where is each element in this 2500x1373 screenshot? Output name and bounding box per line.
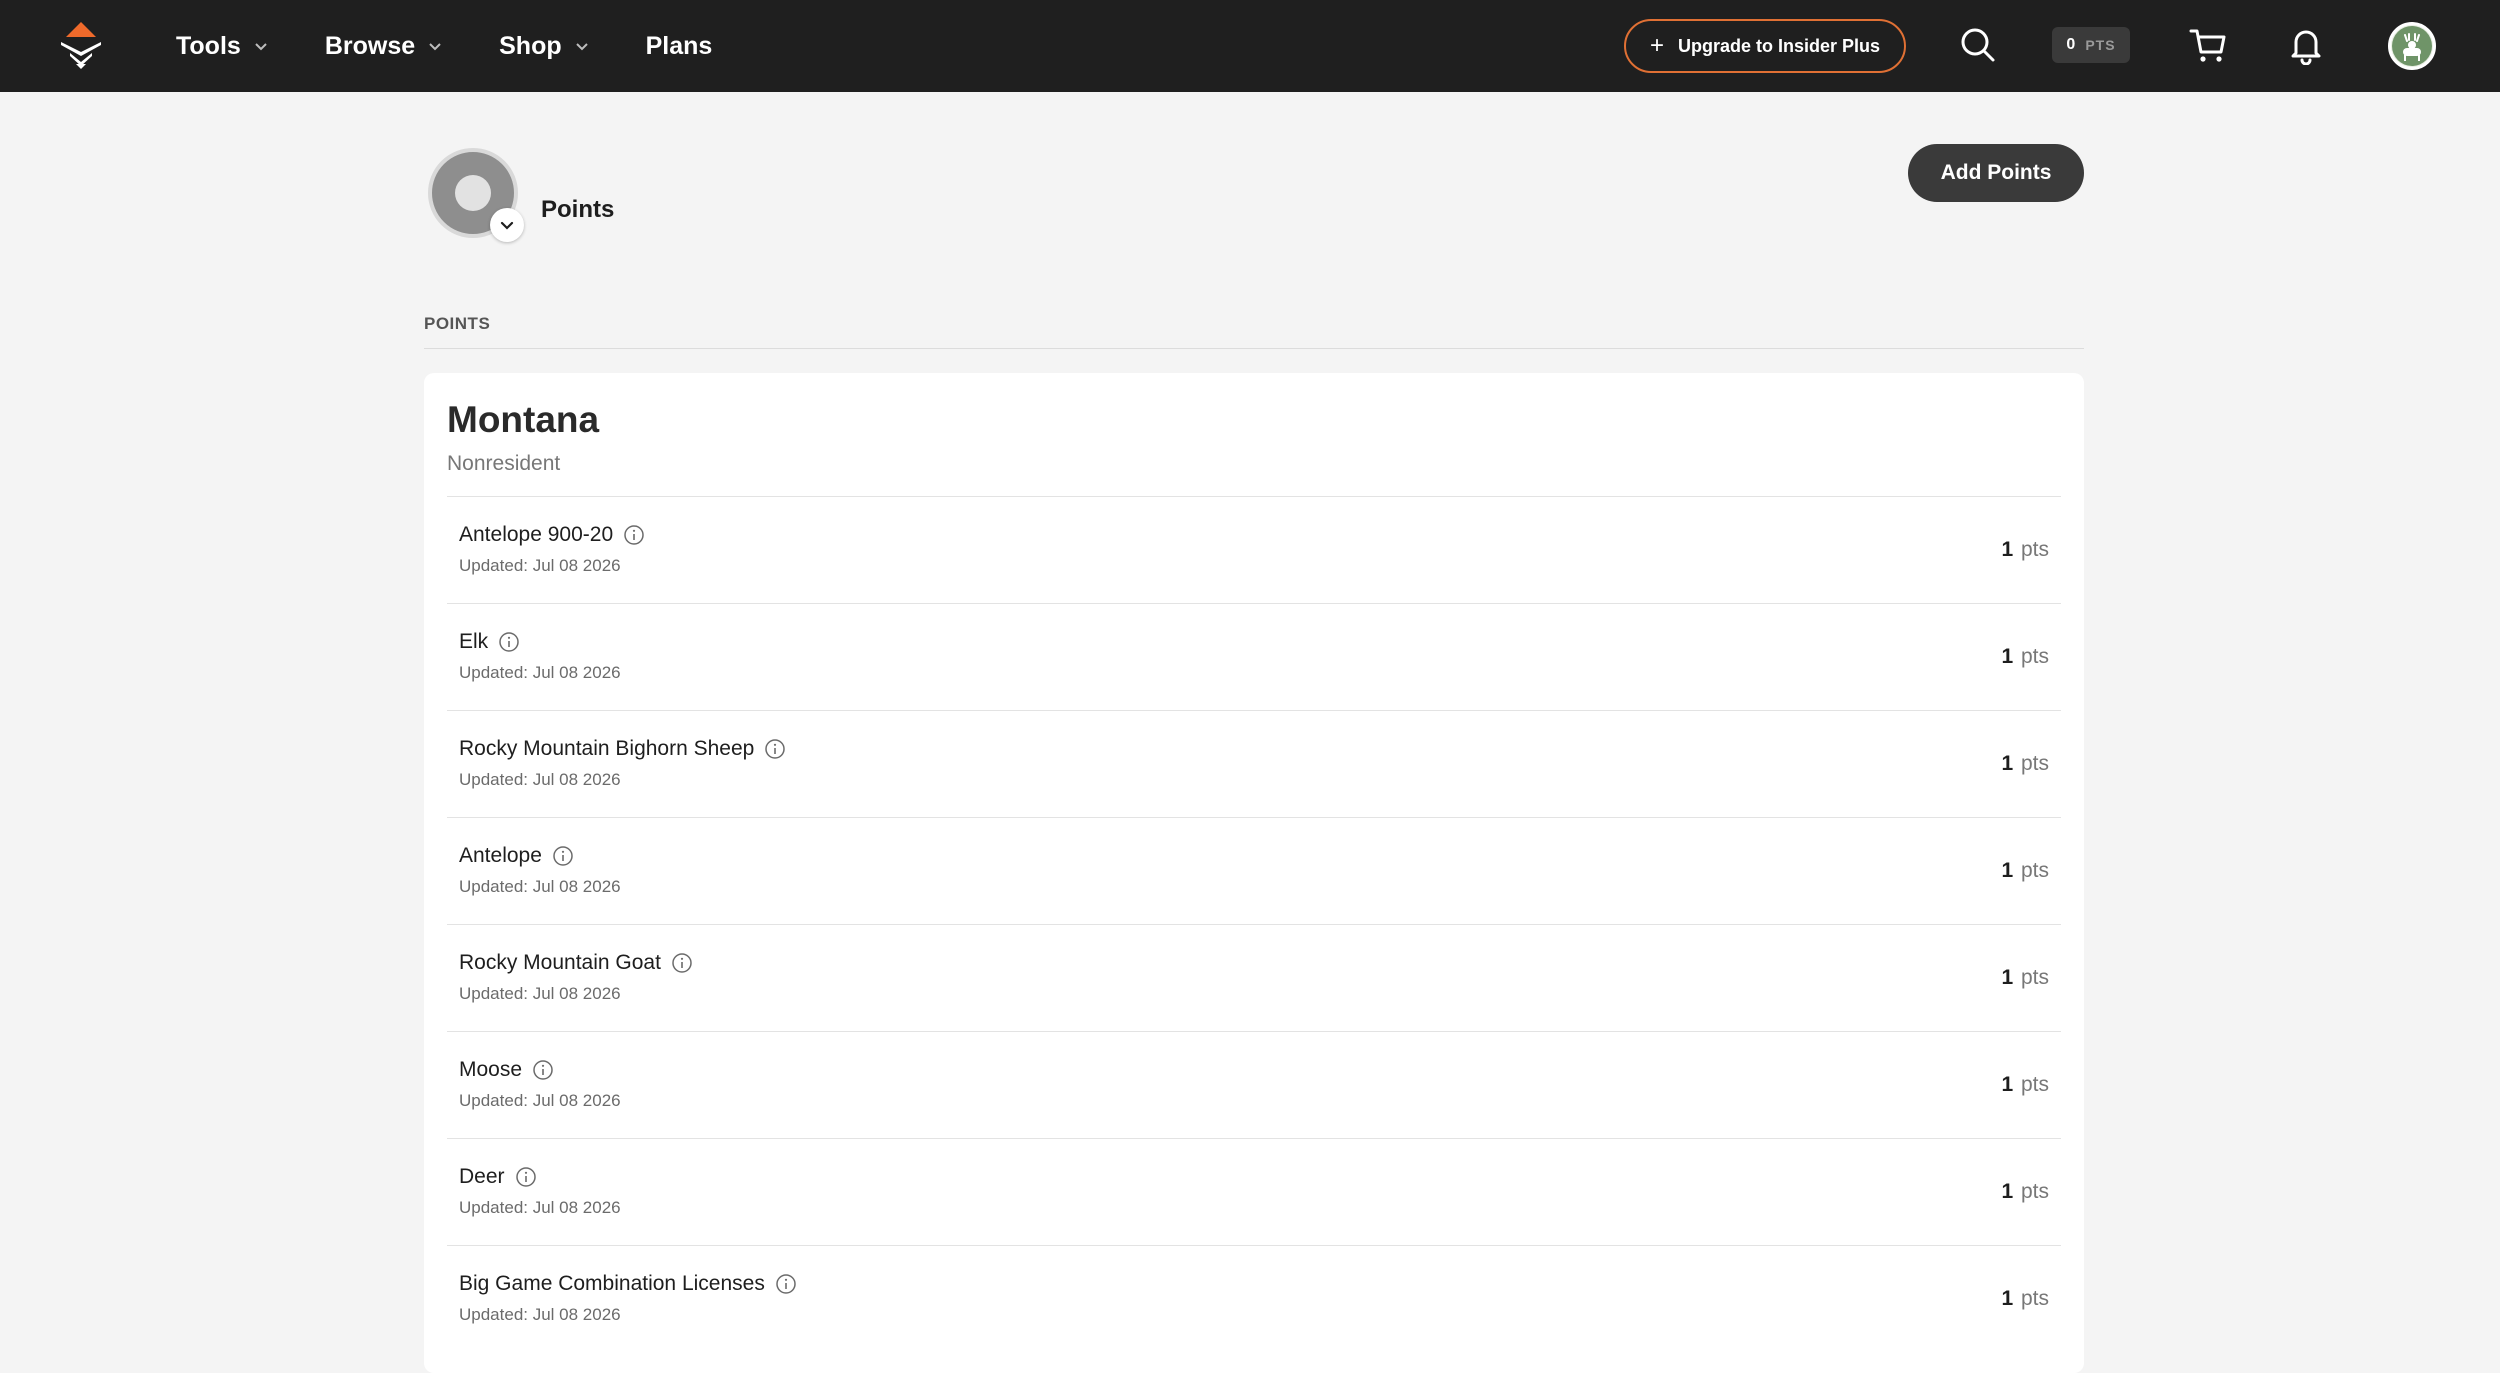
logo-icon[interactable] [56,20,106,70]
chevron-down-icon [575,43,588,51]
updated-date: Updated: Jul 08 2026 [459,984,621,1003]
page-title: Points [541,196,615,223]
points-row[interactable]: Rocky Mountain Goat Updated: Jul 08 2026… [447,924,2061,1031]
points-row[interactable]: Antelope Updated: Jul 08 2026 1 pts [447,817,2061,924]
nav-browse-label: Browse [324,31,416,60]
info-icon[interactable] [775,1273,797,1295]
info-icon[interactable] [498,631,520,653]
chevron-down-icon [429,43,441,51]
points-value: 1 pts [2001,966,2049,989]
info-icon[interactable] [515,1166,537,1188]
upgrade-button[interactable]: + Upgrade to Insider Plus [1624,19,1906,73]
updated-date: Updated: Jul 08 2026 [459,556,621,575]
top-nav: Tools Browse Shop Plans + Upgrade to Ins… [0,0,2500,92]
points-row[interactable]: Big Game Combination Licenses Updated: J… [447,1245,2061,1352]
nav-shop[interactable]: Shop [499,32,590,61]
updated-date: Updated: Jul 08 2026 [459,1091,621,1110]
species-name: Rocky Mountain Bighorn Sheep [459,737,755,760]
points-value: 1 pts [2001,1287,2049,1310]
species-name: Elk [459,630,489,653]
points-unit: PTS [2085,37,2116,53]
points-value: 1 pts [2001,1073,2049,1096]
info-icon[interactable] [764,738,786,760]
chevron-down-icon [255,43,267,51]
points-row[interactable]: Elk Updated: Jul 08 2026 1 pts [447,603,2061,710]
nav-plans[interactable]: Plans [646,32,713,61]
plus-icon: + [1649,32,1664,59]
info-icon[interactable] [532,1059,554,1081]
species-name: Moose [459,1058,523,1081]
points-value: 1 pts [2001,752,2049,775]
info-icon[interactable] [671,952,693,974]
section-label: POINTS [424,314,491,333]
upgrade-label: Upgrade to Insider Plus [1677,35,1881,56]
nav-shop-label: Shop [499,31,562,60]
bell-icon[interactable] [2286,25,2326,65]
avatar[interactable] [2388,22,2436,70]
points-value: 1 pts [2001,1180,2049,1203]
info-icon[interactable] [623,524,645,546]
points-value: 1 pts [2001,645,2049,668]
nav-browse[interactable]: Browse [325,32,443,61]
cart-icon[interactable] [2188,25,2228,65]
add-points-button[interactable]: Add Points [1908,144,2084,202]
updated-date: Updated: Jul 08 2026 [459,1305,621,1324]
points-list: Antelope 900-20 Updated: Jul 08 2026 1 p… [447,496,2061,1352]
points-row[interactable]: Moose Updated: Jul 08 2026 1 pts [447,1031,2061,1138]
nav-plans-label: Plans [645,31,713,60]
points-row[interactable]: Antelope 900-20 Updated: Jul 08 2026 1 p… [447,496,2061,603]
chevron-down-icon [500,221,514,230]
points-count: 0 [2066,36,2076,53]
updated-date: Updated: Jul 08 2026 [459,663,621,682]
section-divider [424,348,2084,349]
updated-date: Updated: Jul 08 2026 [459,770,621,789]
points-row[interactable]: Rocky Mountain Bighorn Sheep Updated: Ju… [447,710,2061,817]
state-name: Montana [447,399,600,440]
updated-date: Updated: Jul 08 2026 [459,1198,621,1217]
species-name: Deer [459,1165,505,1188]
updated-date: Updated: Jul 08 2026 [459,877,621,896]
nav-tools-label: Tools [176,31,241,60]
points-badge[interactable]: 0 PTS [2052,27,2130,63]
points-row[interactable]: Deer Updated: Jul 08 2026 1 pts [447,1138,2061,1245]
points-value: 1 pts [2001,859,2049,882]
profile-placeholder-icon [455,175,491,211]
info-icon[interactable] [552,845,574,867]
state-selector-toggle[interactable] [490,208,524,242]
species-name: Antelope [459,844,542,867]
deer-icon [2392,26,2432,66]
residency-label: Nonresident [447,452,561,475]
species-name: Antelope 900-20 [459,523,614,546]
points-value: 1 pts [2001,538,2049,561]
state-points-card: Montana Nonresident Antelope 900-20 Upda… [424,373,2084,1373]
species-name: Big Game Combination Licenses [459,1272,765,1295]
species-name: Rocky Mountain Goat [459,951,661,974]
search-icon[interactable] [1958,25,1998,65]
nav-tools[interactable]: Tools [176,32,269,61]
